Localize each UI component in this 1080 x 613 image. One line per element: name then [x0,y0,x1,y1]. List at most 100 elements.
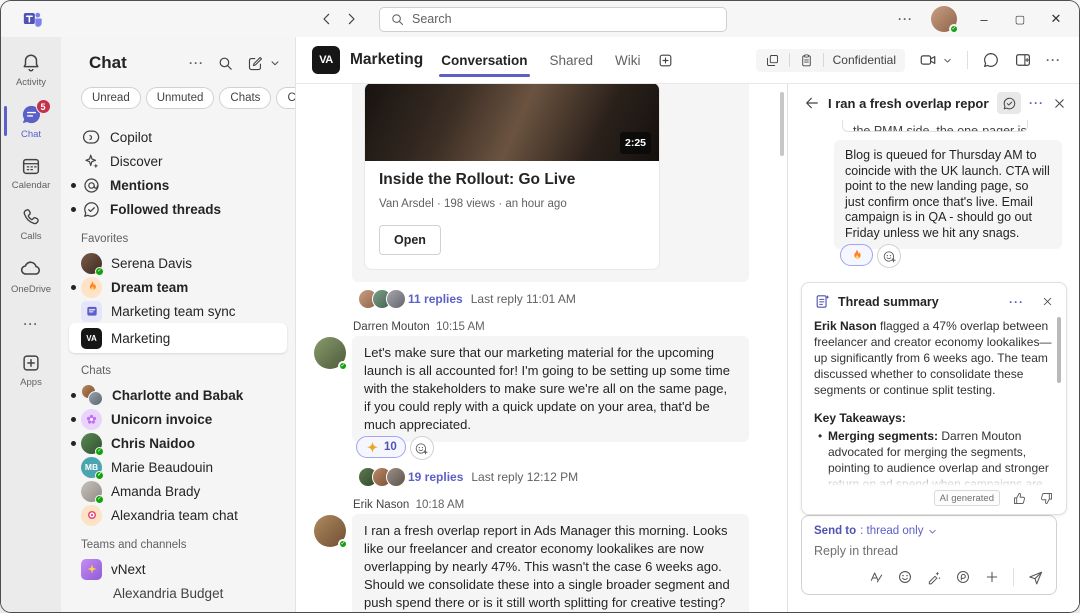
sidebar-item-marketing-team-sync[interactable]: Marketing team sync [69,299,287,323]
rail-item-calls[interactable]: Calls [1,199,61,250]
close-thread-icon[interactable] [1052,96,1067,111]
reaction-fire[interactable] [840,244,873,266]
sidebar-item-copilot[interactable]: Copilot [69,125,287,149]
author-avatar[interactable] [314,515,346,547]
copilot-rewrite-icon[interactable] [926,569,942,585]
send-icon[interactable] [1027,569,1044,586]
sidebar-item-alexandria-team-chat[interactable]: Alexandria team chat [69,503,287,527]
loop-icon[interactable] [955,569,971,585]
thread-reply-box[interactable]: Send to: thread only [801,515,1057,595]
channel-alexandria-budget[interactable]: Alexandria Budget [69,581,287,605]
rail-item-chat[interactable]: 5 Chat [1,96,61,148]
reaction-sparkle[interactable]: ✦ 10 [356,436,406,458]
team-logo: VA [312,46,340,74]
close-summary-icon[interactable] [1041,295,1054,308]
chat-list: Copilot Discover Mentions Followed threa… [61,119,295,612]
filter-chats[interactable]: Chats [219,87,271,109]
user-avatar[interactable] [931,6,957,32]
add-reaction-button[interactable] [877,244,901,268]
thread-more-icon[interactable]: ··· [1029,96,1044,110]
video-open-button[interactable]: Open [379,225,441,255]
sidebar-item-chris-naidoo[interactable]: Chris Naidoo [69,431,287,455]
filter-channels[interactable]: Channels [276,87,296,109]
new-chat-icon[interactable] [247,55,264,72]
channel-more-icon[interactable]: ··· [1046,53,1061,67]
rail-item-calendar[interactable]: Calendar [1,148,61,199]
sidebar-item-marketing[interactable]: VA Marketing [69,323,287,353]
video-title[interactable]: Inside the Rollout: Go Live [379,171,645,189]
rail-label-calls: Calls [20,231,41,242]
section-chats[interactable]: Chats [61,353,295,383]
sidebar-item-discover[interactable]: Discover [69,149,287,173]
video-thumbnail[interactable]: 2:25 [365,84,659,161]
sidebar-item-unicorn-invoice[interactable]: Unicorn invoice [69,407,287,431]
maximize-button[interactable]: ▢ [1011,13,1029,26]
thumbs-down-icon[interactable] [1039,491,1054,506]
summary-scrollbar[interactable] [1057,317,1061,383]
sidebar-item-vnext[interactable]: vNext [69,557,287,581]
message-author[interactable]: Darren Mouton [353,321,430,333]
sidebar-item-serena-davis[interactable]: Serena Davis [69,251,287,275]
chat-bubble-icon[interactable] [982,51,1000,69]
team-avatar [81,559,102,580]
rail-item-onedrive[interactable]: OneDrive [1,250,61,303]
sidebar-item-followed-threads[interactable]: Followed threads [69,197,287,221]
section-favorites[interactable]: Favorites [61,221,295,251]
followed-threads-icon [82,200,101,219]
followed-thread-toggle[interactable] [997,92,1021,114]
thread-reply-input[interactable] [814,544,1044,558]
channel-best-proposals[interactable]: Best proposals [69,605,287,612]
emoji-icon[interactable] [897,569,913,585]
tab-conversation[interactable]: Conversation [441,37,527,83]
rail-item-activity[interactable]: Activity [1,45,61,96]
author-avatar[interactable] [314,337,346,369]
filter-unread[interactable]: Unread [81,87,141,109]
add-reaction-button[interactable] [410,436,434,460]
team-name[interactable]: Marketing [350,51,423,69]
conversation-scrollbar[interactable] [780,92,784,156]
replies-link[interactable]: 11 replies [408,292,463,306]
message-author[interactable]: Erik Nason [353,499,409,511]
chat-options-icon[interactable]: ··· [189,56,204,70]
minimize-button[interactable]: – [975,12,993,27]
summary-more-icon[interactable]: ··· [1009,295,1024,309]
replies-link[interactable]: 19 replies [408,470,463,484]
sidebar-item-amanda-brady[interactable]: Amanda Brady [69,479,287,503]
search-input[interactable] [412,12,716,26]
nav-back-icon[interactable] [319,11,335,27]
back-icon[interactable] [804,95,820,111]
share-icon [765,53,780,68]
open-in-window-icon[interactable] [1014,51,1032,69]
sidebar-item-dream-team[interactable]: Dream team [69,275,287,299]
tab-wiki[interactable]: Wiki [615,37,641,83]
summary-title: Thread summary [838,295,1002,309]
new-chat-chevron-icon[interactable] [269,57,281,69]
sidebar-item-marie-beaudouin[interactable]: MB Marie Beaudouin [69,455,287,479]
attach-plus-icon[interactable] [984,569,1000,585]
format-icon[interactable] [868,569,884,585]
video-replies-row[interactable]: 11 replies Last reply 11:01 AM [358,289,757,309]
sparkle-icon [86,563,98,575]
sensitivity-pill[interactable]: Confidential [756,49,905,72]
thumbs-up-icon[interactable] [1012,491,1027,506]
meet-now-button[interactable] [919,51,953,69]
titlebar-more-icon[interactable]: ··· [898,12,913,26]
search-box[interactable] [379,7,727,32]
rail-more-apps[interactable]: ··· [1,303,61,345]
close-window-button[interactable]: ✕ [1047,11,1065,27]
darren-replies-row[interactable]: 19 replies Last reply 12:12 PM [358,467,757,487]
filter-unmuted[interactable]: Unmuted [146,87,215,109]
add-tab-icon[interactable] [657,52,674,69]
tab-shared[interactable]: Shared [550,37,594,83]
video-card[interactable]: 2:25 Inside the Rollout: Go Live Van Ars… [364,84,660,270]
section-teams-and-channels[interactable]: Teams and channels [61,527,295,557]
sidebar-item-mentions[interactable]: Mentions [69,173,287,197]
send-to-selector[interactable]: Send to: thread only [814,525,1044,537]
va-logo-avatar: VA [81,328,102,349]
rail-item-apps[interactable]: Apps [1,345,61,396]
sidebar-item-charlotte-and-babak[interactable]: Charlotte and Babak [69,383,287,407]
message-time: 10:18 AM [416,499,465,511]
nav-forward-icon[interactable] [343,11,359,27]
quoted-message[interactable]: the PMM side, the one-pager is i... [842,120,1028,132]
filter-search-icon[interactable] [217,55,234,72]
